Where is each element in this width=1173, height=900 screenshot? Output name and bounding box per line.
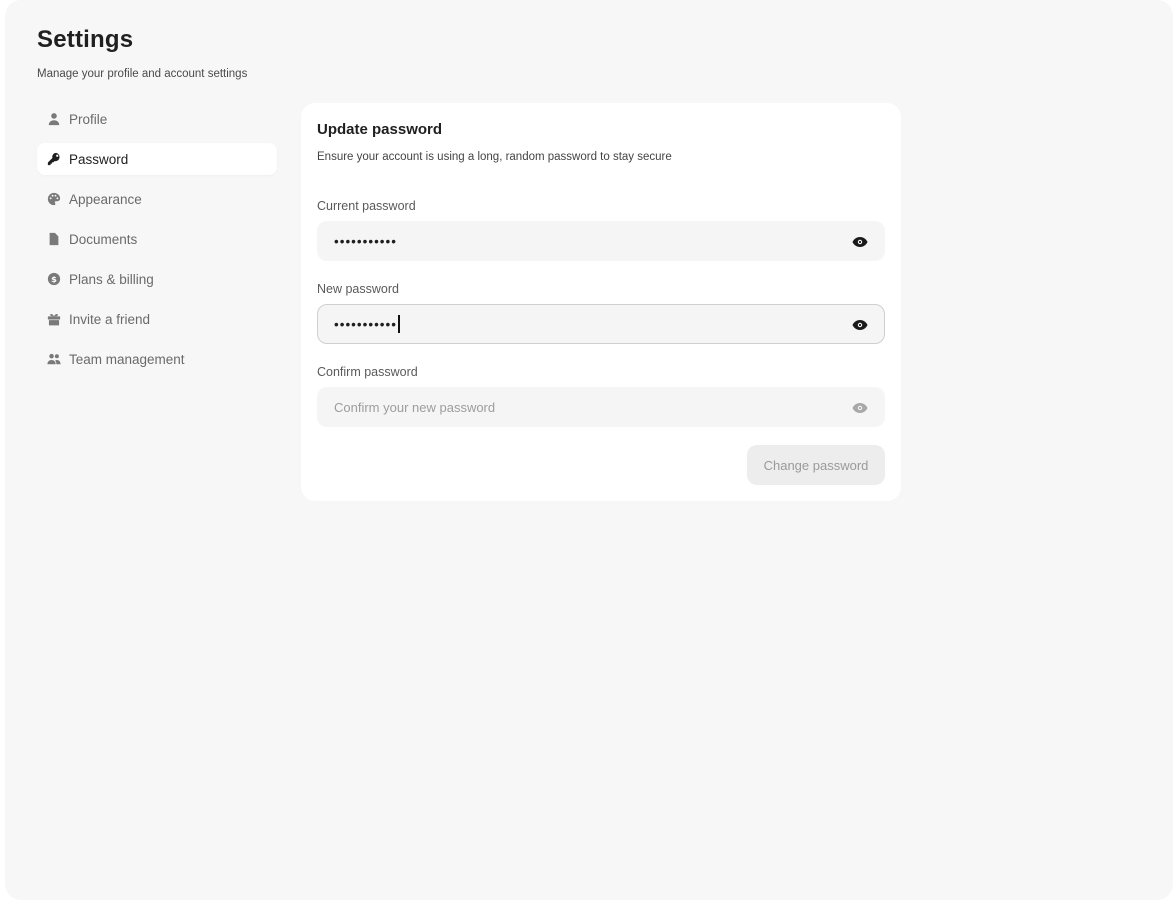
app-window: Settings Manage your profile and account… [5,0,1173,900]
sidebar-item-label: Profile [69,111,108,127]
confirm-password-placeholder: Confirm your new password [334,399,496,415]
current-password-label: Current password [317,199,416,213]
sidebar-item-password[interactable]: Password [37,143,277,175]
eye-icon[interactable] [852,317,868,333]
document-icon [47,232,61,246]
users-icon [47,352,61,366]
eye-icon[interactable] [852,234,868,250]
settings-sidebar: Profile Password Appearance Documents $ … [37,103,277,383]
new-password-input[interactable]: ••••••••••• [317,304,885,344]
sidebar-item-label: Appearance [69,191,142,207]
dollar-icon: $ [47,272,61,286]
new-password-label: New password [317,282,399,296]
user-icon [47,112,61,126]
page-subtitle: Manage your profile and account settings [37,68,248,80]
card-description: Ensure your account is using a long, ran… [317,151,672,163]
gift-icon [47,312,61,326]
sidebar-item-appearance[interactable]: Appearance [37,183,277,215]
new-password-value: ••••••••••• [334,316,397,332]
palette-icon [47,192,61,206]
sidebar-item-label: Team management [69,351,185,367]
sidebar-item-documents[interactable]: Documents [37,223,277,255]
svg-text:$: $ [51,274,57,284]
sidebar-item-label: Invite a friend [69,311,151,327]
sidebar-item-team[interactable]: Team management [37,343,277,375]
card-title: Update password [317,121,443,138]
confirm-password-input[interactable]: Confirm your new password [317,387,885,427]
sidebar-item-label: Plans & billing [69,271,154,287]
sidebar-item-billing[interactable]: $ Plans & billing [37,263,277,295]
update-password-card: Update password Ensure your account is u… [301,103,901,501]
change-password-button[interactable]: Change password [747,445,885,485]
current-password-input[interactable]: ••••••••••• [317,221,885,261]
sidebar-item-profile[interactable]: Profile [37,103,277,135]
current-password-value: ••••••••••• [334,233,397,249]
sidebar-item-label: Documents [69,231,138,247]
page-title: Settings [37,26,134,53]
sidebar-item-invite[interactable]: Invite a friend [37,303,277,335]
confirm-password-label: Confirm password [317,365,418,379]
key-icon [47,152,61,166]
page-header: Settings Manage your profile and account… [37,26,247,80]
sidebar-item-label: Password [69,151,129,167]
text-caret [398,315,400,333]
eye-icon[interactable] [852,400,868,416]
